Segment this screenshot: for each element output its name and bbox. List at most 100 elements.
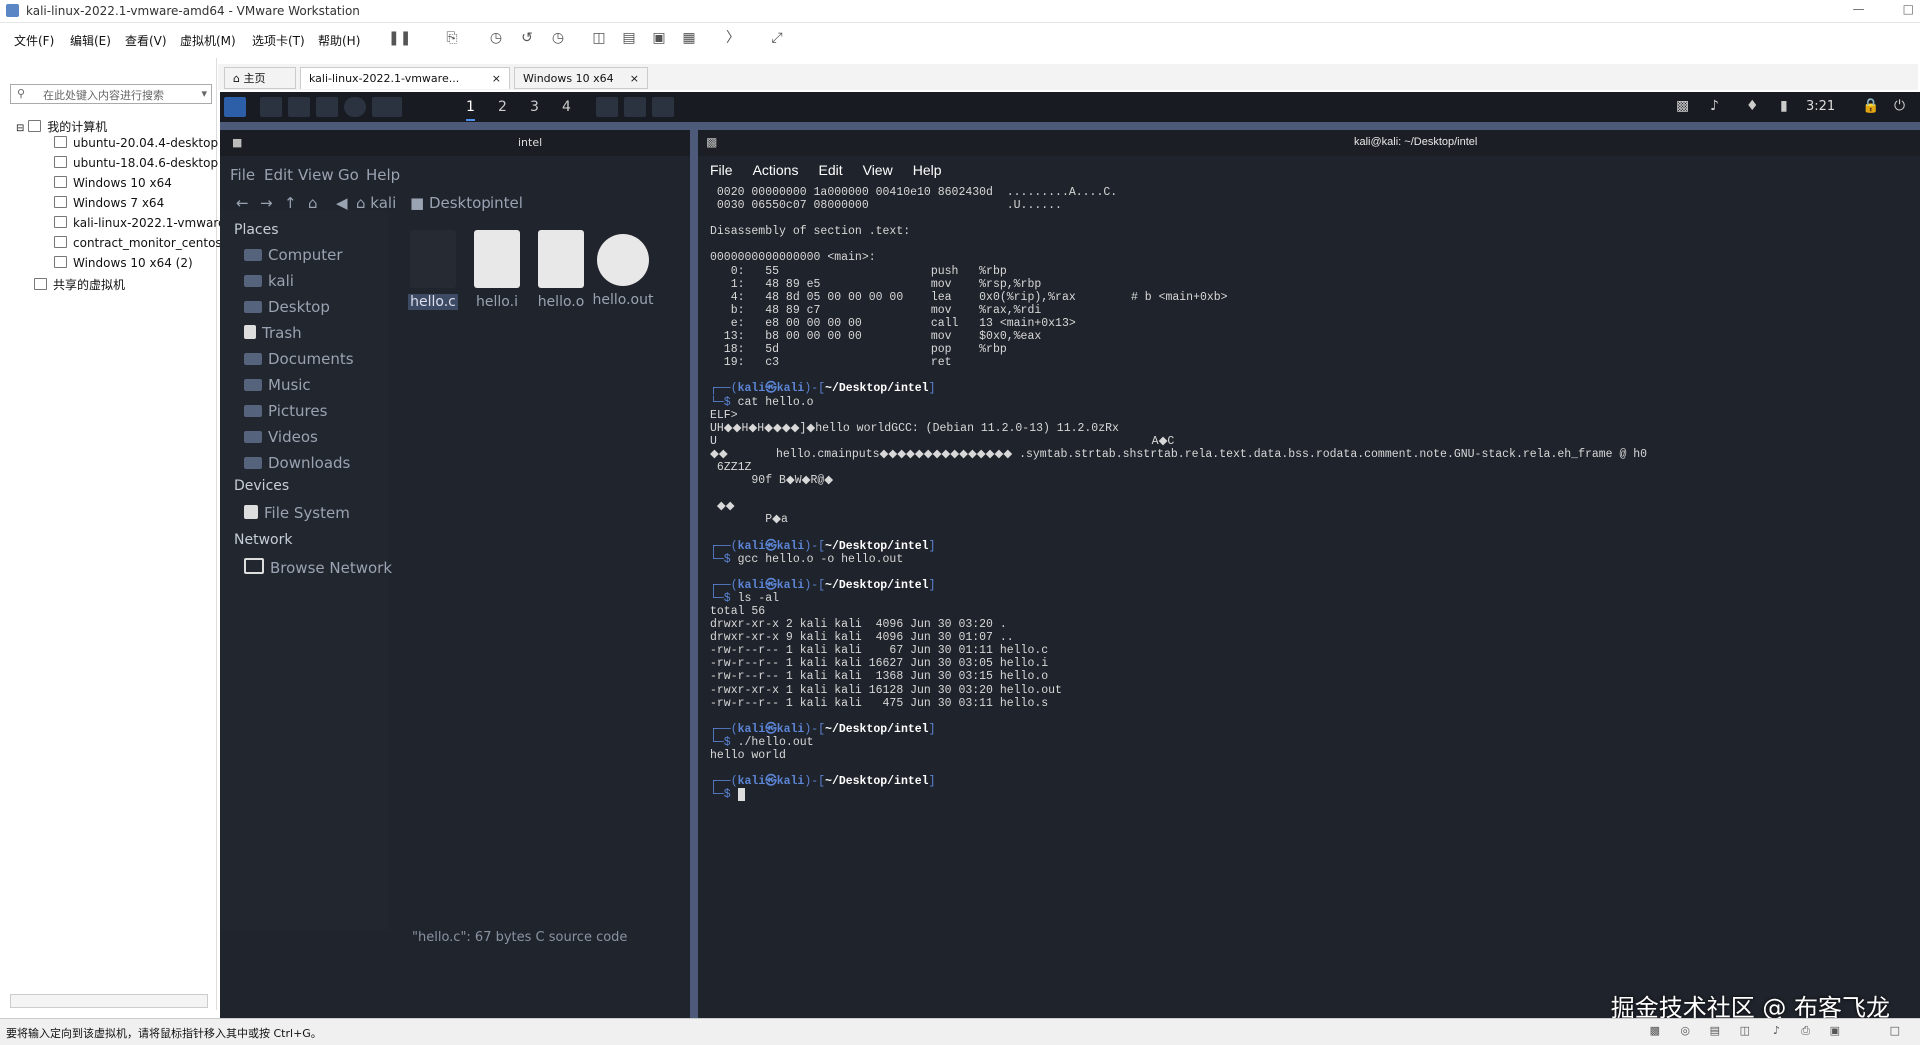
- task-terminal-icon[interactable]: [624, 97, 646, 117]
- fm-menu-file[interactable]: File: [230, 166, 255, 184]
- device-filesystem[interactable]: File System: [244, 504, 350, 522]
- place-music[interactable]: Music: [244, 376, 311, 394]
- firefox-icon[interactable]: [344, 97, 366, 117]
- fm-menu-view[interactable]: View: [298, 166, 334, 184]
- sound-icon[interactable]: ♪: [1773, 1024, 1780, 1037]
- library-vm[interactable]: Windows 7 x64: [54, 196, 164, 210]
- chevron-down-icon[interactable]: ▾: [201, 87, 207, 100]
- fm-menu-go[interactable]: Go: [338, 166, 359, 184]
- place-desktop[interactable]: Desktop: [244, 298, 330, 316]
- revert-snapshot-icon[interactable]: ↺: [518, 30, 536, 46]
- fullscreen-icon[interactable]: ▣: [650, 30, 668, 46]
- vm-icon: [54, 216, 67, 228]
- notification-icon[interactable]: ♦: [1746, 98, 1759, 114]
- tab-home[interactable]: ⌂ 主页: [224, 67, 296, 89]
- menu-vm[interactable]: 虚拟机(M): [180, 32, 236, 49]
- place-pictures[interactable]: Pictures: [244, 402, 327, 420]
- library-vm[interactable]: kali-linux-2022.1-vmware: [54, 216, 225, 230]
- terminal-menu: File Actions Edit View Help: [710, 162, 962, 178]
- term-menu-file[interactable]: File: [710, 162, 733, 178]
- hdd-icon[interactable]: ▩: [1650, 1024, 1660, 1037]
- menu-tabs[interactable]: 选项卡(T): [252, 32, 305, 49]
- command: cat hello.o: [737, 395, 814, 409]
- usb-icon[interactable]: ◫: [1740, 1024, 1750, 1037]
- pause-icon[interactable]: ❚❚: [388, 30, 411, 46]
- library-shared[interactable]: 共享的虚拟机: [34, 276, 125, 293]
- editor-icon[interactable]: [316, 97, 338, 117]
- library-root[interactable]: ⊟ 我的计算机: [16, 118, 107, 135]
- workspace-3[interactable]: 3: [530, 99, 539, 115]
- stretch-icon[interactable]: ⤢: [768, 30, 786, 46]
- menu-help[interactable]: 帮助(H): [318, 32, 360, 49]
- library-vm[interactable]: ubuntu-20.04.4-desktop: [54, 136, 218, 150]
- thumbnail-icon[interactable]: ▤: [620, 30, 638, 46]
- printer-icon[interactable]: ⎙: [1801, 1024, 1810, 1038]
- power-icon[interactable]: ⏻: [1894, 98, 1905, 114]
- fm-menu-edit[interactable]: Edit: [264, 166, 293, 184]
- snapshot-manager-icon[interactable]: ◷: [549, 30, 567, 46]
- display-icon[interactable]: ▩: [1676, 98, 1689, 114]
- workspace-1[interactable]: 1: [466, 99, 475, 121]
- library-vm[interactable]: contract_monitor_centos: [54, 236, 222, 250]
- console-icon[interactable]: 〉: [724, 30, 742, 46]
- guest-display[interactable]: 1 2 3 4 ▩ ♪ ♦ ▮ 3:21 🔒 ⏻ ■ intel File Ed…: [220, 92, 1920, 1018]
- network-adapter-icon[interactable]: ▤: [1710, 1024, 1720, 1037]
- message-icon[interactable]: □: [1890, 1024, 1900, 1037]
- term-menu-actions[interactable]: Actions: [753, 162, 799, 178]
- workspace-2[interactable]: 2: [498, 99, 507, 115]
- tab-kali[interactable]: kali-linux-2022.1-vmware... ×: [300, 67, 510, 89]
- file-item[interactable]: hello.c: [402, 230, 464, 310]
- cdrom-icon[interactable]: ◎: [1680, 1024, 1690, 1037]
- place-videos[interactable]: Videos: [244, 428, 318, 446]
- send-keys-icon[interactable]: ⎘: [443, 30, 461, 46]
- breadcrumb-desktop[interactable]: ■ Desktop: [410, 194, 491, 212]
- display-device-icon[interactable]: ▣: [1830, 1024, 1840, 1037]
- breadcrumb-intel[interactable]: intel: [490, 194, 523, 212]
- library-search[interactable]: ⚲ 在此处键入内容进行搜索 ▾: [10, 84, 212, 104]
- lock-icon[interactable]: 🔒: [1862, 98, 1879, 114]
- library-vm[interactable]: Windows 10 x64 (2): [54, 256, 193, 270]
- library-vm[interactable]: ubuntu-18.04.6-desktop: [54, 156, 218, 170]
- menu-file[interactable]: 文件(F): [14, 32, 54, 49]
- command: ls -al: [737, 591, 780, 605]
- minimize-icon[interactable]: —: [1853, 2, 1865, 16]
- battery-icon[interactable]: ▮: [1780, 98, 1788, 114]
- horizontal-scrollbar[interactable]: [10, 994, 208, 1008]
- file-item[interactable]: hello.o: [530, 230, 592, 310]
- file-item[interactable]: hello.out: [592, 230, 654, 308]
- task-files-icon[interactable]: [652, 97, 674, 117]
- documents-folder-icon: [244, 353, 262, 365]
- tab-windows10[interactable]: Windows 10 x64 ×: [514, 67, 648, 89]
- volume-icon[interactable]: ♪: [1710, 98, 1719, 114]
- place-kali[interactable]: kali: [244, 272, 294, 290]
- files-icon[interactable]: [288, 97, 310, 117]
- term-menu-help[interactable]: Help: [913, 162, 942, 178]
- task-editor-icon[interactable]: [596, 97, 618, 117]
- network-browse[interactable]: Browse Network: [244, 558, 392, 577]
- snapshot-icon[interactable]: ◷: [487, 30, 505, 46]
- fm-menu-help[interactable]: Help: [366, 166, 400, 184]
- unity-icon[interactable]: ▦: [680, 30, 698, 46]
- maximize-icon[interactable]: □: [1903, 2, 1914, 16]
- collapse-icon[interactable]: ⊟: [16, 123, 24, 134]
- place-computer[interactable]: Computer: [244, 246, 343, 264]
- place-downloads[interactable]: Downloads: [244, 454, 350, 472]
- close-icon[interactable]: ×: [492, 68, 501, 90]
- vm-tabs: ⌂ 主页 kali-linux-2022.1-vmware... × Windo…: [218, 64, 1918, 90]
- library-vm[interactable]: Windows 10 x64: [54, 176, 172, 190]
- terminal-launcher-icon[interactable]: [372, 97, 402, 117]
- menu-edit[interactable]: 编辑(E): [70, 32, 111, 49]
- place-trash[interactable]: Trash: [244, 324, 302, 342]
- show-desktop-icon[interactable]: [260, 97, 282, 117]
- kali-menu-icon[interactable]: [224, 97, 246, 117]
- close-icon[interactable]: ×: [630, 68, 639, 90]
- file-item[interactable]: hello.i: [466, 230, 528, 310]
- library-icon[interactable]: ◫: [590, 30, 608, 46]
- terminal-window[interactable]: ▩ kali@kali: ~/Desktop/intel File Actions…: [698, 130, 1920, 1018]
- term-menu-view[interactable]: View: [863, 162, 893, 178]
- menu-view[interactable]: 查看(V): [125, 32, 167, 49]
- trash-icon: [244, 325, 256, 339]
- place-documents[interactable]: Documents: [244, 350, 354, 368]
- term-menu-edit[interactable]: Edit: [818, 162, 842, 178]
- workspace-4[interactable]: 4: [562, 99, 571, 115]
